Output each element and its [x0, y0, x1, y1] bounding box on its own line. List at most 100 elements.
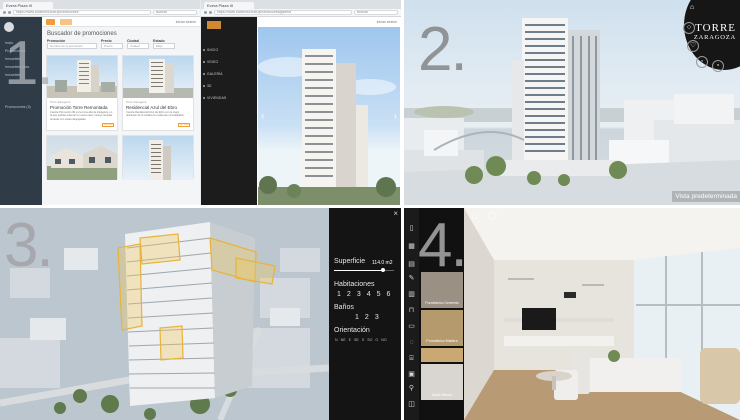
- orientacion-option[interactable]: NE: [341, 338, 346, 342]
- precio-select[interactable]: Precio: [101, 43, 123, 49]
- forward-icon[interactable]: [209, 11, 212, 14]
- slider-thumb[interactable]: [381, 268, 386, 272]
- ciudad-select[interactable]: Ciudad: [127, 43, 149, 49]
- promocion-input[interactable]: Nombre de la promoción: [47, 43, 97, 49]
- superficie-label: Superficie: [334, 258, 366, 265]
- portal-topbar: Iniciar sesión: [42, 17, 200, 27]
- bath-icon[interactable]: ⚲: [407, 384, 416, 393]
- address-field[interactable]: https://www.localhost:8080/promociones/g…: [214, 10, 352, 15]
- banos-option[interactable]: 1: [355, 314, 359, 321]
- layers-icon[interactable]: ▤: [407, 260, 416, 269]
- orientacion-option[interactable]: E: [349, 338, 351, 342]
- address-field[interactable]: https://www.localhost:8080/promociones: [13, 10, 151, 15]
- banos-options: 123: [355, 314, 379, 321]
- tower-image: [123, 136, 193, 180]
- back-icon[interactable]: [3, 11, 6, 14]
- promotion-card[interactable]: Torre Zaragoza Residencial Azul del Ebro…: [122, 55, 194, 131]
- back-icon[interactable]: [204, 11, 207, 14]
- sidebar-item-promociones-count[interactable]: Promociones (3): [5, 105, 31, 109]
- login-link[interactable]: Iniciar sesión: [377, 20, 397, 24]
- grid-icon[interactable]: ▦: [407, 242, 416, 251]
- login-link[interactable]: Iniciar sesión: [176, 20, 196, 24]
- door-icon[interactable]: ▭: [407, 322, 416, 331]
- home-icon[interactable]: ⌂: [472, 211, 477, 221]
- search-icon[interactable]: ○: [683, 22, 695, 34]
- kitchen-icon[interactable]: ▣: [407, 370, 416, 379]
- close-icon[interactable]: ×: [393, 209, 398, 218]
- floor-icon[interactable]: ▥: [407, 290, 416, 299]
- promotion-card[interactable]: [46, 135, 118, 180]
- heart-icon[interactable]: ♡: [687, 40, 699, 52]
- orientacion-option[interactable]: N: [335, 338, 338, 342]
- housing-image: [47, 136, 117, 180]
- banos-option[interactable]: 3: [375, 314, 379, 321]
- material-swatch[interactable]: Porcelánico Madera: [421, 310, 463, 346]
- material-swatch[interactable]: [421, 348, 463, 362]
- browser-search-field[interactable]: Buscar: [354, 10, 398, 15]
- habitaciones-options: 123456: [337, 291, 390, 298]
- gallery-viewer: Iniciar sesión ‹ ›: [257, 17, 401, 205]
- card-title[interactable]: Promoción Torre Remontada: [47, 104, 117, 111]
- estado-select[interactable]: Elige: [153, 43, 175, 49]
- habitaciones-option[interactable]: 5: [377, 291, 381, 298]
- orientacion-option[interactable]: S: [362, 338, 364, 342]
- swatch-label: Porcelánico Cemento: [425, 301, 459, 305]
- next-arrow-icon[interactable]: ›: [394, 111, 397, 122]
- habitaciones-option[interactable]: 3: [357, 291, 361, 298]
- bullet-icon: [203, 61, 205, 63]
- cube-icon[interactable]: ▫: [712, 60, 724, 72]
- menu-button[interactable]: [46, 19, 55, 25]
- brand-title: TORRE: [695, 22, 736, 34]
- habitaciones-label: Habitaciones: [334, 281, 375, 288]
- menu-item-3d[interactable]: 3D: [207, 84, 212, 88]
- menu-item-galeria[interactable]: GALERÍA: [207, 72, 223, 76]
- browser-urlbar: https://www.localhost:8080/promociones/g…: [201, 9, 401, 17]
- ver-mas-button[interactable]: Ver más: [102, 123, 114, 127]
- orientacion-label: Orientación: [334, 327, 370, 334]
- orientacion-option[interactable]: O: [375, 338, 378, 342]
- card-title[interactable]: Residencial Azul del Ebro: [123, 104, 193, 111]
- browser-search-field[interactable]: Buscar: [153, 10, 197, 15]
- prev-arrow-icon[interactable]: ‹: [261, 111, 264, 122]
- info-icon[interactable]: ▯: [407, 224, 416, 233]
- browser-urlbar: https://www.localhost:8080/promociones B…: [0, 9, 200, 17]
- panel-4-interior-configurator: ▯ ▦ ▤ ✎ ▥ ⊓ ▭ ◌ ⌸ ▣ ⚲ ◫ Porcelánico Ceme…: [404, 208, 740, 420]
- menu-item-viviendas[interactable]: VIVIENDAS: [207, 96, 226, 100]
- habitaciones-option[interactable]: 1: [337, 291, 341, 298]
- paint-icon[interactable]: ✎: [407, 274, 416, 283]
- portal-main: Iniciar sesión Buscador de promociones P…: [42, 17, 200, 205]
- habitaciones-option[interactable]: 6: [387, 291, 391, 298]
- browser-tabbar: Evera Plaza III: [201, 0, 401, 9]
- wall-icon[interactable]: ⊓: [407, 306, 416, 315]
- superficie-slider[interactable]: [334, 268, 394, 272]
- plan-icon[interactable]: ⬠: [488, 211, 497, 222]
- camera-icon[interactable]: ◫: [407, 400, 416, 409]
- browser-tab[interactable]: Evera Plaza III: [204, 2, 254, 9]
- promotion-card[interactable]: [122, 135, 194, 180]
- orientacion-option[interactable]: NO: [381, 338, 386, 342]
- filter-promocion: Promoción Nombre de la promoción: [47, 39, 97, 49]
- filter-precio: Precio Precio: [101, 39, 123, 49]
- orientacion-option[interactable]: SE: [354, 338, 359, 342]
- tower-image: [47, 56, 117, 98]
- habitaciones-option[interactable]: 2: [347, 291, 351, 298]
- habitaciones-option[interactable]: 4: [367, 291, 371, 298]
- home-icon[interactable]: ⌂: [686, 3, 698, 15]
- light-icon[interactable]: ◌: [407, 338, 416, 347]
- menu-item-inicio[interactable]: INICIO: [207, 48, 218, 52]
- step-number: 4.: [418, 211, 468, 280]
- orientacion-option[interactable]: SO: [367, 338, 372, 342]
- banos-option[interactable]: 2: [365, 314, 369, 321]
- filter-estado: Estado Elige: [153, 39, 175, 49]
- furniture-icon[interactable]: ⌸: [407, 354, 416, 363]
- ver-mas-button[interactable]: Ver más: [178, 123, 190, 127]
- view-mode-label[interactable]: Vista predeterminada: [672, 191, 740, 202]
- forward-icon[interactable]: [8, 11, 11, 14]
- brand-logo: [207, 21, 221, 29]
- step-number: 2.: [418, 15, 468, 84]
- material-swatch[interactable]: Suelo Blanco: [421, 364, 463, 400]
- promotion-card[interactable]: Torre Zaragoza Promoción Torre Remontada…: [46, 55, 118, 131]
- menu-item-video[interactable]: VIDEO: [207, 60, 218, 64]
- settings-icon[interactable]: ◦: [696, 56, 708, 68]
- browser-tab[interactable]: Evera Plaza III: [3, 2, 53, 9]
